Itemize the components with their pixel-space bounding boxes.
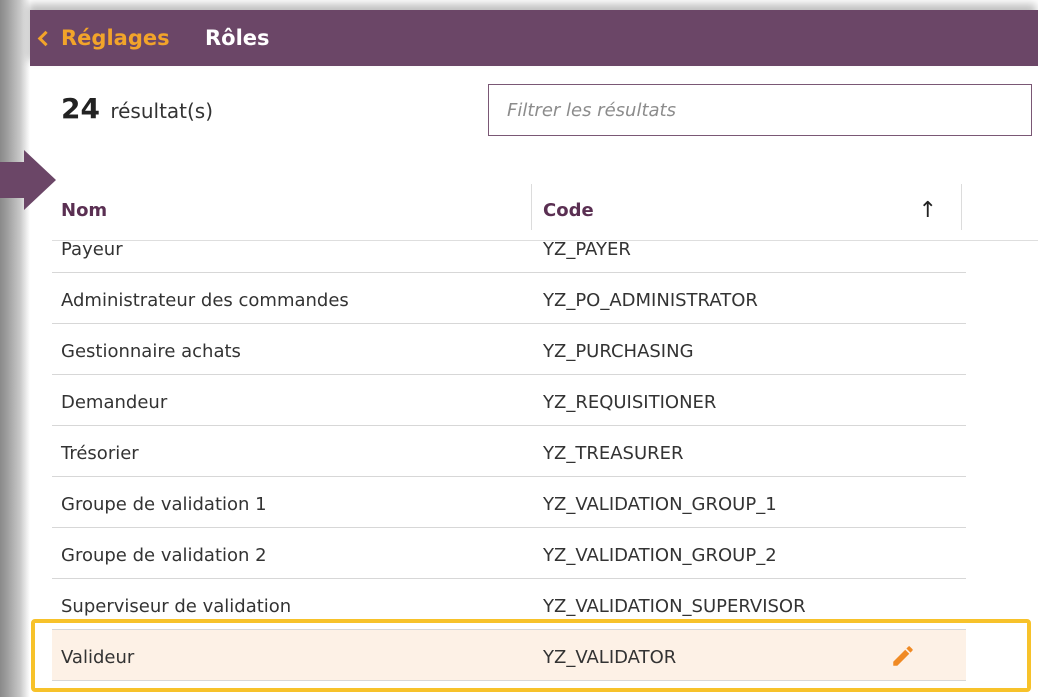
- cell-nom: Groupe de validation 2: [61, 545, 267, 566]
- chevron-left-icon: [37, 30, 54, 46]
- app-window: Réglages Rôles 24 résultat(s) Nom Code ↑…: [0, 0, 1038, 697]
- filter-input[interactable]: [488, 84, 1032, 136]
- cell-nom: Trésorier: [61, 443, 139, 464]
- cell-code: YZ_PAYER: [543, 239, 631, 260]
- cell-code: YZ_REQUISITIONER: [543, 392, 717, 413]
- cell-code: YZ_PURCHASING: [543, 341, 694, 362]
- table-row-selected[interactable]: Valideur YZ_VALIDATOR: [52, 630, 966, 681]
- table-row[interactable]: Gestionnaire achats YZ_PURCHASING: [52, 324, 966, 375]
- column-header-code[interactable]: Code ↑: [543, 186, 961, 234]
- arrow-up-icon[interactable]: ↑: [919, 198, 937, 223]
- back-link-label: Réglages: [61, 26, 170, 50]
- table-row[interactable]: Superviseur de validation YZ_VALIDATION_…: [52, 579, 966, 630]
- cell-nom: Payeur: [61, 239, 123, 260]
- cell-code: YZ_VALIDATION_GROUP_1: [543, 494, 777, 515]
- result-count-number: 24: [61, 92, 100, 125]
- top-bar: Réglages Rôles: [30, 10, 1038, 66]
- column-divider[interactable]: [531, 184, 532, 230]
- table-row[interactable]: Groupe de validation 2 YZ_VALIDATION_GRO…: [52, 528, 966, 579]
- pencil-icon[interactable]: [890, 643, 916, 669]
- result-count: 24 résultat(s): [61, 92, 213, 125]
- cell-code: YZ_TREASURER: [543, 443, 684, 464]
- window-shadow: [0, 0, 30, 697]
- table-row[interactable]: Demandeur YZ_REQUISITIONER: [52, 375, 966, 426]
- cell-code: YZ_VALIDATOR: [543, 647, 677, 668]
- cell-nom: Administrateur des commandes: [61, 290, 349, 311]
- column-header-nom-label: Nom: [61, 199, 108, 221]
- cell-nom: Demandeur: [61, 392, 168, 413]
- column-header-nom[interactable]: Nom: [61, 186, 531, 234]
- result-count-label: résultat(s): [110, 99, 214, 123]
- table-row[interactable]: Administrateur des commandes YZ_PO_ADMIN…: [52, 273, 966, 324]
- table-row[interactable]: Trésorier YZ_TREASURER: [52, 426, 966, 477]
- column-header-code-label: Code: [543, 199, 594, 221]
- cell-code: YZ_PO_ADMINISTRATOR: [543, 290, 758, 311]
- arrow-right-icon: [0, 150, 56, 210]
- cell-nom: Groupe de validation 1: [61, 494, 267, 515]
- column-divider[interactable]: [961, 184, 962, 230]
- cell-code: YZ_VALIDATION_SUPERVISOR: [543, 596, 806, 617]
- back-link[interactable]: Réglages: [36, 10, 170, 66]
- cell-nom: Superviseur de validation: [61, 596, 292, 617]
- roles-table-body: Payeur YZ_PAYER Administrateur des comma…: [52, 239, 966, 681]
- table-row[interactable]: Payeur YZ_PAYER: [52, 239, 966, 273]
- cell-nom: Valideur: [61, 647, 135, 668]
- table-row[interactable]: Groupe de validation 1 YZ_VALIDATION_GRO…: [52, 477, 966, 528]
- page-title: Rôles: [205, 26, 270, 50]
- cell-code: YZ_VALIDATION_GROUP_2: [543, 545, 777, 566]
- cell-nom: Gestionnaire achats: [61, 341, 241, 362]
